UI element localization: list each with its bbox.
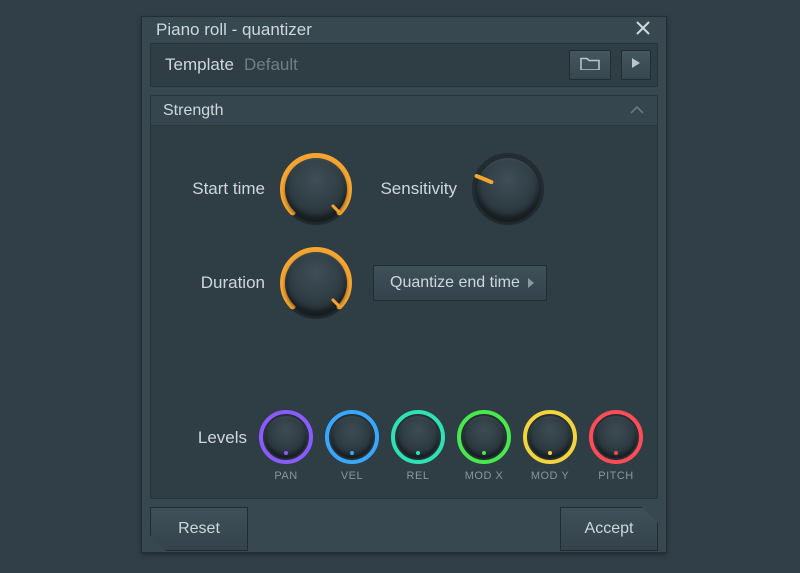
- level-pitch: PITCH: [587, 410, 645, 482]
- level-modx: MOD X: [455, 410, 513, 482]
- close-icon: [636, 21, 650, 40]
- level-pitch-knob[interactable]: [589, 410, 643, 464]
- section-title: Strength: [163, 102, 223, 120]
- section-header[interactable]: Strength: [151, 96, 657, 126]
- level-pan-label: PAN: [274, 470, 297, 482]
- level-modx-knob[interactable]: [457, 410, 511, 464]
- template-panel: Template Default: [150, 43, 658, 87]
- quantizer-dialog: Piano roll - quantizer Template Default: [141, 16, 667, 553]
- open-template-button[interactable]: [569, 50, 611, 80]
- folder-icon: [580, 56, 600, 75]
- titlebar[interactable]: Piano roll - quantizer: [142, 17, 666, 43]
- level-rel-knob[interactable]: [391, 410, 445, 464]
- level-rel: REL: [389, 410, 447, 482]
- level-modx-label: MOD X: [465, 470, 504, 482]
- levels-label: Levels: [169, 428, 247, 448]
- level-vel-label: VEL: [341, 470, 363, 482]
- quantize-mode-button[interactable]: Quantize end time: [373, 265, 547, 301]
- level-vel: VEL: [323, 410, 381, 482]
- level-pitch-label: PITCH: [598, 470, 634, 482]
- accept-button[interactable]: Accept: [560, 507, 658, 551]
- duration-knob[interactable]: [277, 244, 355, 322]
- level-rel-label: REL: [407, 470, 430, 482]
- reset-label: Reset: [178, 520, 220, 538]
- sensitivity-label: Sensitivity: [379, 179, 457, 199]
- template-value: Default: [244, 55, 298, 75]
- accept-label: Accept: [585, 520, 634, 538]
- level-mody-label: MOD Y: [531, 470, 569, 482]
- close-button[interactable]: [630, 17, 656, 43]
- triangle-right-icon: [528, 278, 534, 288]
- sensitivity-knob[interactable]: [469, 150, 547, 228]
- level-pan: PAN: [257, 410, 315, 482]
- window-title: Piano roll - quantizer: [156, 20, 312, 40]
- strength-panel: Strength Start time: [150, 95, 658, 499]
- duration-label: Duration: [169, 273, 265, 293]
- start-time-knob[interactable]: [277, 150, 355, 228]
- quantize-mode-label: Quantize end time: [390, 274, 520, 292]
- chevron-up-icon: [629, 102, 645, 120]
- next-template-button[interactable]: [621, 50, 651, 80]
- template-label: Template: [165, 55, 234, 75]
- levels-row: Levels PAN VEL REL MOD X MOD Y PITCH: [169, 410, 645, 482]
- play-icon: [631, 56, 641, 74]
- reset-button[interactable]: Reset: [150, 507, 248, 551]
- level-mody: MOD Y: [521, 410, 579, 482]
- level-pan-knob[interactable]: [259, 410, 313, 464]
- start-time-label: Start time: [169, 179, 265, 199]
- level-vel-knob[interactable]: [325, 410, 379, 464]
- level-mody-knob[interactable]: [523, 410, 577, 464]
